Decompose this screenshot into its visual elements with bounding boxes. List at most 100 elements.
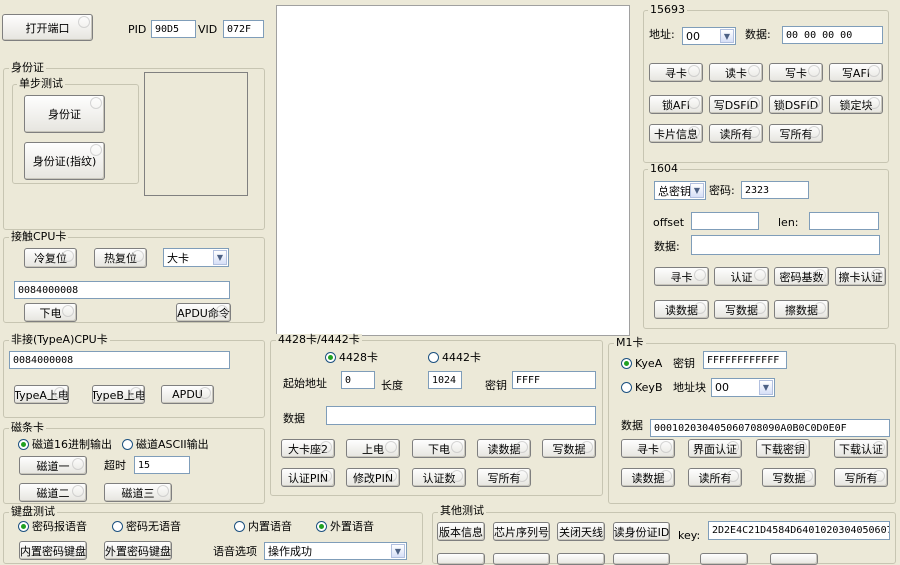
len-input[interactable] [809, 212, 879, 230]
other-row2-button-5[interactable] [700, 553, 748, 565]
typea-power-on-button[interactable]: TypeA上电 [14, 385, 69, 404]
pid-input[interactable]: 90D5 [151, 20, 196, 38]
internal-voice-radio[interactable]: 内置语音 [234, 518, 292, 534]
mag-hex-radio[interactable]: 磁道16进制输出 [18, 436, 112, 452]
download-key-button[interactable]: 下载密钥 [756, 439, 810, 458]
radio-4428[interactable]: 4428卡 [325, 349, 378, 365]
lock-dsfid-button[interactable]: 锁DSFID [769, 95, 823, 114]
password-base-button[interactable]: 密码基数 [774, 267, 829, 286]
cold-reset-button[interactable]: 冷复位 [24, 248, 77, 268]
download-auth-button[interactable]: 下载认证 [834, 439, 888, 458]
c1604-find-card-button[interactable]: 寻卡 [654, 267, 709, 286]
verify-pin-button[interactable]: 认证PIN [281, 468, 335, 487]
keya-radio[interactable]: KyeA [621, 357, 662, 370]
length-input[interactable]: 1024 [428, 371, 462, 389]
m1-address-select[interactable]: 00 ▼ [711, 378, 775, 397]
card-info-button[interactable]: 卡片信息 [649, 124, 703, 143]
m1-read-all-button[interactable]: 读所有 [688, 468, 742, 487]
c4428-write-data-button[interactable]: 写数据 [542, 439, 596, 458]
c15693-read-card-button[interactable]: 读卡 [709, 63, 763, 82]
offset-input[interactable] [691, 212, 759, 230]
apdu-command-button[interactable]: APDU命令 [176, 303, 231, 322]
button-decoration-icon [748, 126, 760, 138]
c1604-write-data-button[interactable]: 写数据 [714, 300, 769, 319]
button-decoration-icon [130, 387, 142, 399]
c1604-erase-data-button[interactable]: 擦数据 [774, 300, 829, 319]
read-id-button[interactable]: 读身份证ID [613, 522, 670, 541]
other-row2-button-2[interactable] [493, 553, 550, 565]
m1-write-data-button[interactable]: 写数据 [762, 468, 816, 487]
cpu-apdu-input[interactable]: 0084000008 [14, 281, 230, 299]
master-key-select[interactable]: 总密钥 ▼ [654, 181, 706, 200]
output-panel[interactable] [276, 5, 630, 336]
track3-button[interactable]: 磁道三 [104, 483, 172, 502]
close-antenna-button[interactable]: 关闭天线 [557, 522, 605, 541]
vid-input[interactable]: 072F [223, 20, 264, 38]
external-voice-radio[interactable]: 外置语音 [316, 518, 374, 534]
typea-apdu-button[interactable]: APDU [161, 385, 214, 404]
c15693-find-card-button[interactable]: 寻卡 [649, 63, 703, 82]
change-pin-button[interactable]: 修改PIN [346, 468, 400, 487]
m1-find-card-button[interactable]: 寻卡 [621, 439, 675, 458]
start-address-input[interactable]: 0 [341, 371, 375, 389]
verify-count-button[interactable]: 认证数 [412, 468, 466, 487]
chip-serial-button[interactable]: 芯片序列号 [493, 522, 550, 541]
idcard-button[interactable]: 身份证 [24, 95, 105, 133]
interface-auth-button[interactable]: 界面认证 [688, 439, 742, 458]
silent-password-radio[interactable]: 密码无语音 [112, 518, 181, 534]
lock-afi-button[interactable]: 锁AFI [649, 95, 703, 114]
hot-reset-button[interactable]: 热复位 [94, 248, 147, 268]
c15693-write-card-button[interactable]: 写卡 [769, 63, 823, 82]
key-input[interactable]: FFFF [512, 371, 596, 389]
power-off-button[interactable]: 下电 [24, 303, 77, 322]
c4428-power-on-button[interactable]: 上电 [346, 439, 400, 458]
timeout-input[interactable]: 15 [134, 456, 190, 474]
card-slot2-button[interactable]: 大卡座2 [281, 439, 335, 458]
mag-ascii-radio[interactable]: 磁道ASCII输出 [122, 436, 209, 452]
c1604-read-data-button[interactable]: 读数据 [654, 300, 709, 319]
other-row2-button-6[interactable] [770, 553, 818, 565]
button-decoration-icon [727, 470, 739, 482]
typeb-power-on-button[interactable]: TypeB上电 [92, 385, 145, 404]
other-key-input[interactable]: 2D2E4C21D4584D640102030405060708 [708, 521, 890, 540]
keyb-radio[interactable]: KeyB [621, 381, 663, 394]
c15693-write-all-button[interactable]: 写所有 [769, 124, 823, 143]
typea-apdu-input[interactable]: 0084000008 [9, 351, 230, 369]
c4428-write-all-button[interactable]: 写所有 [477, 468, 531, 487]
c4428-read-data-button[interactable]: 读数据 [477, 439, 531, 458]
password-input[interactable]: 2323 [741, 181, 809, 199]
internal-keypad-button[interactable]: 内置密码键盘 [19, 541, 87, 560]
m1-read-data-button[interactable]: 读数据 [621, 468, 675, 487]
card-select[interactable]: 大卡 ▼ [163, 248, 229, 267]
other-row2-button-4[interactable] [613, 553, 670, 565]
voice-password-radio[interactable]: 密码报语音 [18, 518, 87, 534]
c15693-read-all-button[interactable]: 读所有 [709, 124, 763, 143]
track1-button[interactable]: 磁道一 [19, 456, 87, 475]
radio-4442[interactable]: 4442卡 [428, 349, 481, 365]
c1604-verify-button[interactable]: 认证 [714, 267, 769, 286]
write-afi-button[interactable]: 写AFI [829, 63, 883, 82]
track2-button[interactable]: 磁道二 [19, 483, 87, 502]
idcard-fingerprint-button[interactable]: 身份证(指纹) [24, 142, 105, 180]
erase-card-verify-button[interactable]: 擦卡认证 [835, 267, 886, 286]
button-decoration-icon [516, 470, 528, 482]
voice-option-select[interactable]: 操作成功 ▼ [264, 542, 407, 560]
m1-data-input[interactable]: 000102030405060708090A0B0C0D0E0F [650, 419, 890, 437]
version-info-button[interactable]: 版本信息 [437, 522, 485, 541]
open-port-button[interactable]: 打开端口 [2, 14, 93, 41]
other-row2-button-1[interactable] [437, 553, 485, 565]
external-keypad-button[interactable]: 外置密码键盘 [104, 541, 172, 560]
write-dsfid-button[interactable]: 写DSFID [709, 95, 763, 114]
typea-title: 非接(TypeA)CPU卡 [9, 333, 110, 346]
lock-block-button[interactable]: 锁定块 [829, 95, 883, 114]
c4428-power-off-button[interactable]: 下电 [412, 439, 466, 458]
m1-write-all-button[interactable]: 写所有 [834, 468, 888, 487]
m1-key-input[interactable]: FFFFFFFFFFFF [703, 351, 787, 369]
address-select[interactable]: 00 ▼ [682, 27, 736, 45]
radio-checked-icon [18, 520, 29, 532]
c15693-data-input[interactable]: 00 00 00 00 [782, 26, 883, 44]
button-decoration-icon [814, 269, 826, 281]
data-input[interactable] [326, 406, 596, 425]
c1604-data-input[interactable] [691, 235, 880, 255]
other-row2-button-3[interactable] [557, 553, 605, 565]
